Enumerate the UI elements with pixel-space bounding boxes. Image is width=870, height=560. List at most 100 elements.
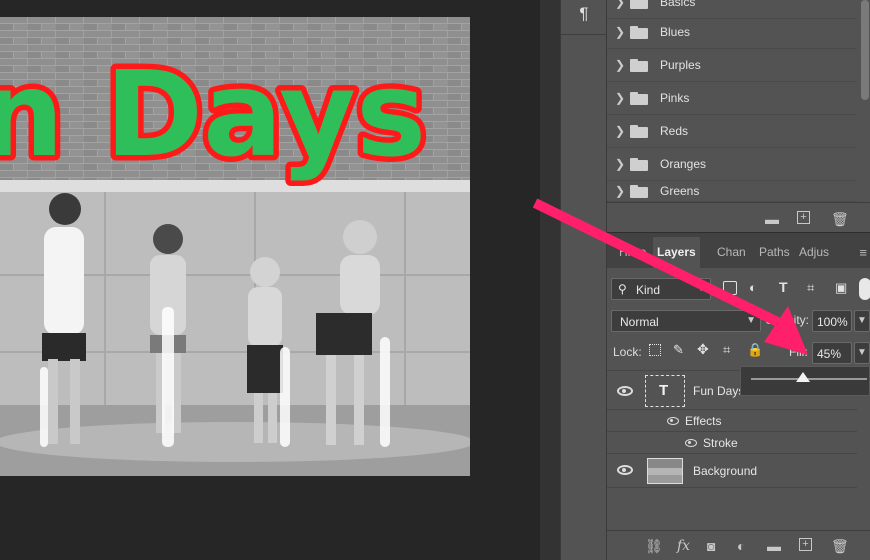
fill-dropdown-button[interactable]: ▼ [854, 342, 870, 364]
filter-shape-icon[interactable]: ⌗ [807, 280, 814, 296]
fx-icon[interactable]: fx [677, 538, 690, 554]
filter-pixel-icon[interactable] [723, 281, 737, 295]
adjustment-layer-icon[interactable]: ◐ [737, 538, 745, 554]
trash-icon[interactable]: 🗑 [831, 538, 849, 555]
text-layer-thumbnail: T [645, 375, 685, 407]
layers-panel: Histo Layers Chan Paths Adjus ≡ ⚲ Kind ▼… [606, 232, 870, 560]
tab-channels[interactable]: Chan [713, 237, 750, 269]
fill-slider-thumb[interactable] [796, 372, 811, 382]
blend-mode-dropdown[interactable]: Normal ▼ [611, 310, 761, 332]
fill-slider-popup [740, 366, 870, 396]
opacity-field[interactable]: 100% [812, 310, 852, 332]
folder-icon [630, 58, 648, 72]
folder-icon [630, 25, 648, 39]
swatch-folder-reds[interactable]: ❯ Reds [607, 115, 857, 148]
swatch-folder-label: Greens [660, 184, 700, 198]
eye-icon[interactable] [685, 439, 697, 447]
swatch-folder-greens[interactable]: ❯ Greens [607, 181, 857, 202]
chevron-down-icon: ▼ [857, 347, 867, 358]
lock-label: Lock: [613, 345, 642, 359]
swatches-panel: ❯ Basics ❯ Blues ❯ Purples ❯ Pinks ❯ Red… [606, 0, 870, 232]
tab-layers[interactable]: Layers [653, 237, 700, 269]
swatch-folder-blues[interactable]: ❯ Blues [607, 16, 857, 49]
layer-filter-dropdown[interactable]: ⚲ Kind ▼ [611, 278, 711, 300]
layer-name: Background [693, 464, 758, 478]
panel-tab-bar: Histo Layers Chan Paths Adjus ≡ [607, 232, 870, 269]
chevron-right-icon[interactable]: ❯ [615, 184, 625, 198]
opacity-value: 100% [817, 315, 848, 329]
swatch-folder-label: Blues [660, 25, 691, 39]
swatch-folder-label: Pinks [660, 91, 690, 105]
folder-icon [630, 124, 648, 138]
chevron-right-icon[interactable]: ❯ [615, 157, 625, 171]
lock-artboard-icon[interactable]: ⌗ [723, 342, 730, 358]
document-image: n Days [0, 17, 470, 476]
eye-icon[interactable] [617, 465, 633, 475]
new-swatch-icon[interactable]: + [797, 211, 810, 224]
strip-divider [561, 34, 607, 35]
swatch-folder-oranges[interactable]: ❯ Oranges [607, 148, 857, 181]
tab-paths[interactable]: Paths [755, 237, 794, 269]
eye-icon[interactable] [617, 386, 633, 396]
chevron-down-icon: ▼ [857, 315, 867, 326]
fill-label: Fill: [789, 345, 808, 359]
swatch-folder-label: Basics [660, 0, 696, 9]
opacity-label: Opacity: [765, 313, 810, 327]
folder-icon [630, 157, 648, 171]
swatch-folder-label: Reds [660, 124, 689, 138]
new-layer-icon[interactable]: + [799, 538, 812, 551]
collapsed-panel-strip: ¶ [560, 0, 607, 560]
swatch-folder-label: Oranges [660, 157, 707, 171]
canvas-scroll-edge [540, 0, 560, 560]
photoshop-window: n Days ¶ ❯ Basics ❯ Blues ❯ Purples ❯ Pi… [0, 0, 870, 560]
chevron-right-icon[interactable]: ❯ [615, 0, 625, 9]
filter-kind-label: Kind [636, 283, 661, 297]
filter-smart-object-icon[interactable]: ▣ [835, 280, 847, 296]
background-layer-thumbnail [647, 458, 683, 484]
document-canvas[interactable]: n Days [0, 17, 470, 476]
layer-name: Fun Days [693, 384, 745, 398]
eye-icon[interactable] [667, 417, 679, 425]
fun-days-title-text: n Days [0, 45, 426, 183]
folder-icon [630, 0, 648, 9]
stroke-effect-label: Stroke [703, 436, 738, 450]
lock-image-brush-icon[interactable]: ✎ [673, 342, 684, 358]
panel-menu-icon[interactable]: ≡ [859, 245, 867, 260]
swatch-folder-purples[interactable]: ❯ Purples [607, 49, 857, 82]
swatches-scrollbar[interactable] [861, 0, 869, 100]
fill-field[interactable]: 45% [812, 342, 852, 364]
layer-effects-row[interactable]: Effects [607, 410, 857, 432]
chevron-right-icon[interactable]: ❯ [615, 58, 625, 72]
chevron-right-icon[interactable]: ❯ [615, 124, 625, 138]
canvas-area: n Days [0, 0, 540, 560]
link-layers-icon[interactable]: ⛓ [645, 538, 663, 555]
chevron-right-icon[interactable]: ❯ [615, 91, 625, 105]
filter-type-icon[interactable]: T [779, 279, 788, 295]
filter-adjustment-icon[interactable]: ◐ [749, 280, 757, 295]
tab-adjustments[interactable]: Adjus [795, 237, 833, 269]
lock-transparent-icon[interactable] [649, 344, 661, 356]
filter-toggle-switch[interactable] [859, 278, 870, 300]
chevron-right-icon[interactable]: ❯ [615, 25, 625, 39]
new-group-folder-icon[interactable]: ▬ [767, 538, 781, 554]
layers-footer: ⛓ fx ◙ ◐ ▬ + 🗑 [607, 530, 870, 560]
trash-icon[interactable]: 🗑 [831, 211, 849, 228]
chevron-down-icon: ▼ [746, 315, 756, 326]
layer-row-background[interactable]: Background [607, 454, 857, 488]
folder-icon [630, 91, 648, 105]
layer-effect-stroke-row[interactable]: Stroke [607, 432, 857, 454]
swatches-footer: ▬ + 🗑 [607, 202, 870, 232]
swatch-folder-label: Purples [660, 58, 701, 72]
lock-all-icon[interactable]: 🔒 [747, 342, 763, 358]
layer-mask-icon[interactable]: ◙ [707, 538, 715, 554]
new-folder-icon[interactable]: ▬ [765, 211, 779, 227]
swatch-folder-pinks[interactable]: ❯ Pinks [607, 82, 857, 115]
lock-position-move-icon[interactable]: ✥ [697, 341, 709, 358]
chevron-down-icon: ▼ [696, 283, 706, 294]
opacity-dropdown-button[interactable]: ▼ [854, 310, 870, 332]
tab-history[interactable]: Histo [615, 237, 650, 269]
search-icon: ⚲ [618, 282, 627, 296]
paragraph-icon[interactable]: ¶ [569, 3, 599, 25]
folder-icon [630, 184, 648, 198]
effects-label: Effects [685, 414, 722, 428]
